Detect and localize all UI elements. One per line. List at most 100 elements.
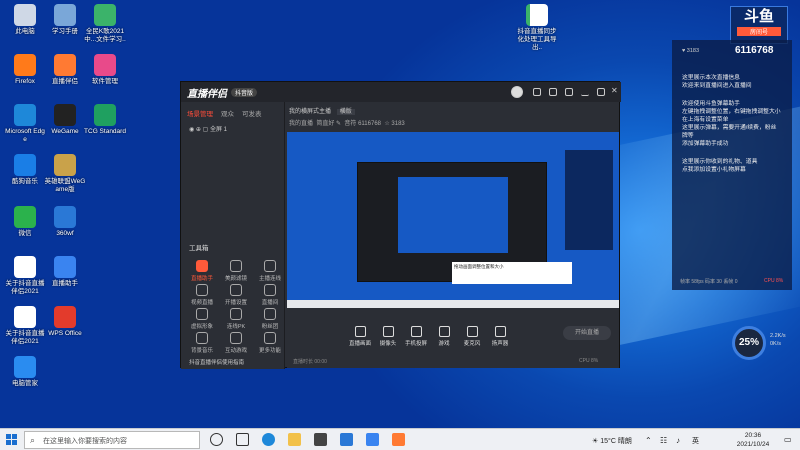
tool-icon <box>230 260 242 272</box>
source-icon <box>494 326 506 337</box>
desktop-icon[interactable]: Firefox <box>4 54 46 86</box>
taskbar-search[interactable]: ⌕ 在这里输入你要搜索的内容 <box>24 431 200 449</box>
volume-icon[interactable]: ♪ <box>676 436 680 445</box>
source-icon <box>466 326 478 337</box>
desktop-icon[interactable]: TCG Standard <box>84 104 126 136</box>
toolbox-item[interactable]: 虚拟形象 <box>187 308 217 330</box>
tab-publish[interactable]: 可发表 <box>242 108 262 118</box>
companion-taskbar-icon[interactable] <box>392 433 405 446</box>
desktop-icon[interactable]: 英雄联盟WeGame版 <box>44 154 86 194</box>
desktop-icon[interactable]: 全民K歌2021中...文件学习.. <box>84 4 126 44</box>
toolbox-item[interactable]: 视频直播 <box>187 284 217 306</box>
close-icon[interactable]: ✕ <box>611 86 619 95</box>
settings-icon[interactable] <box>549 88 557 96</box>
notification-icon[interactable]: ▭ <box>784 435 792 444</box>
minimize-icon[interactable] <box>581 88 589 96</box>
desktop-icon[interactable]: Microsoft Edge <box>4 104 46 144</box>
desktop-icon-label: 学习手册 <box>52 28 78 35</box>
room-number: 6116768 <box>735 45 774 56</box>
tool-icon <box>230 332 242 344</box>
desktop-icon[interactable]: 关于抖音直播伴侣2021 <box>4 306 46 346</box>
tool-icon <box>264 332 276 344</box>
app-title: 直播伴侣 <box>187 88 227 100</box>
desktop-icon[interactable]: 酷狗音乐 <box>4 154 46 186</box>
maximize-icon[interactable] <box>597 88 605 96</box>
chevron-up-icon[interactable]: ⌃ <box>645 436 652 445</box>
guide-link[interactable]: 抖音直播伴侣使用指南 <box>189 358 244 366</box>
network-icon[interactable]: ☷ <box>660 436 667 445</box>
toolbox-item[interactable]: 粉丝团 <box>255 308 285 330</box>
task-view-icon[interactable] <box>236 433 249 446</box>
avatar[interactable] <box>511 86 523 98</box>
source-control[interactable]: 摄像头 <box>375 326 401 347</box>
desktop-icon-label: TCG Standard <box>84 128 126 135</box>
start-button[interactable] <box>6 434 17 445</box>
message-icon[interactable] <box>533 88 541 96</box>
tool-icon <box>264 260 276 272</box>
source-control[interactable]: 直播画面 <box>347 326 373 347</box>
toolbox-item[interactable]: 互动游戏 <box>221 332 251 354</box>
source-label: 手机投屏 <box>404 341 427 347</box>
stage-meta-1[interactable]: 简直好 ✎ <box>316 121 341 127</box>
app-icon <box>54 154 76 176</box>
chat-line: 这里展示弹幕，需要开通/续费，粉丝牌等 <box>682 125 777 139</box>
app-icon <box>54 306 76 328</box>
desktop-icon[interactable]: 此电脑 <box>4 4 46 36</box>
tool-icon <box>196 260 208 272</box>
desktop-icon[interactable]: 直播助手 <box>44 256 86 288</box>
title-bar: 直播伴侣 抖音版 ✕ <box>181 82 621 102</box>
toolbox-item[interactable]: 更多功能 <box>255 332 285 354</box>
scene-item[interactable]: ◉ ⊕ ▢ 全屏 1 <box>181 118 284 139</box>
toolbox-item[interactable]: 背景音乐 <box>187 332 217 354</box>
desktop-icon[interactable]: 电脑管家 <box>4 356 46 388</box>
file-explorer-icon[interactable] <box>288 433 301 446</box>
cpu-gauge[interactable]: 25% <box>732 326 766 360</box>
start-live-button[interactable]: 开始直播 <box>563 326 611 340</box>
perf-cpu: CPU 8% <box>764 278 784 284</box>
desktop-icon-label: 关于抖音直播伴侣2021 <box>5 280 45 295</box>
desktop-doc-icon[interactable]: 抖音直播同步化处理工具导出.. <box>516 4 558 52</box>
preview-taskbar <box>287 300 619 308</box>
toolbox-item[interactable]: 主播连线 <box>255 260 285 282</box>
ime-indicator[interactable]: 英 <box>692 436 699 446</box>
source-control[interactable]: 麦克风 <box>459 326 485 347</box>
desktop-icon[interactable]: 直播伴侣 <box>44 54 86 86</box>
live-preview[interactable]: 拖动画面调整位置和大小 <box>287 132 619 308</box>
desktop-icon-label: 直播伴侣 <box>52 78 78 85</box>
tool-icon <box>264 308 276 320</box>
desktop-icon[interactable]: 关于抖音直播伴侣2021 <box>4 256 46 296</box>
source-control[interactable]: 游戏 <box>431 326 457 347</box>
desktop-icon[interactable]: 学习手册 <box>44 4 86 36</box>
toolbox-item[interactable]: 连线PK <box>221 308 251 330</box>
store-icon[interactable] <box>314 433 327 446</box>
desktop-icon[interactable]: 微信 <box>4 206 46 238</box>
weather[interactable]: ☀ 15°C 晴朗 <box>592 436 632 446</box>
app-icon <box>94 54 116 76</box>
stage-meta-2: 音符 6116768 <box>344 121 381 127</box>
source-control[interactable]: 手机投屏 <box>403 326 429 347</box>
tab-scenes[interactable]: 场景管理 <box>187 108 213 118</box>
chat-list: 这里展示本次直播信息 欢迎来到直播间进入直播间 欢迎使用斗鱼弹幕助手 左键拖拽调整位置… <box>672 74 792 174</box>
cortana-icon[interactable] <box>210 433 223 446</box>
source-icon <box>410 326 422 337</box>
desktop-icon[interactable]: WPS Office <box>44 306 86 338</box>
desktop-icon[interactable]: 软件管理 <box>84 54 126 86</box>
clock[interactable]: 20:36 2021/10/24 <box>728 431 778 449</box>
tab-audience[interactable]: 观众 <box>221 108 234 118</box>
livestream-taskbar-icon[interactable] <box>366 433 379 446</box>
tool-label: 开播设置 <box>224 300 247 306</box>
chat-line: 这里展示你收到的礼物、道具 <box>682 159 758 165</box>
desktop-icon[interactable]: 360wf <box>44 206 86 238</box>
toolbox-item[interactable]: 直播助手 <box>187 260 217 282</box>
tool-label: 虚拟形象 <box>190 324 213 330</box>
source-icon <box>438 326 450 337</box>
edge-taskbar-icon[interactable] <box>262 433 275 446</box>
desktop-icon[interactable]: WeGame <box>44 104 86 136</box>
toolbox-item[interactable]: 开播设置 <box>221 284 251 306</box>
source-control[interactable]: 扬声器 <box>487 326 513 347</box>
menu-icon[interactable] <box>565 88 573 96</box>
toolbox-item[interactable]: 美颜滤镜 <box>221 260 251 282</box>
toolbox-item[interactable]: 直播间 <box>255 284 285 306</box>
mail-icon[interactable] <box>340 433 353 446</box>
danmaku-overlay[interactable]: ♥ 3183 这里展示本次直播信息 欢迎来到直播间进入直播间 欢迎使用斗鱼弹幕助手左… <box>672 40 792 290</box>
